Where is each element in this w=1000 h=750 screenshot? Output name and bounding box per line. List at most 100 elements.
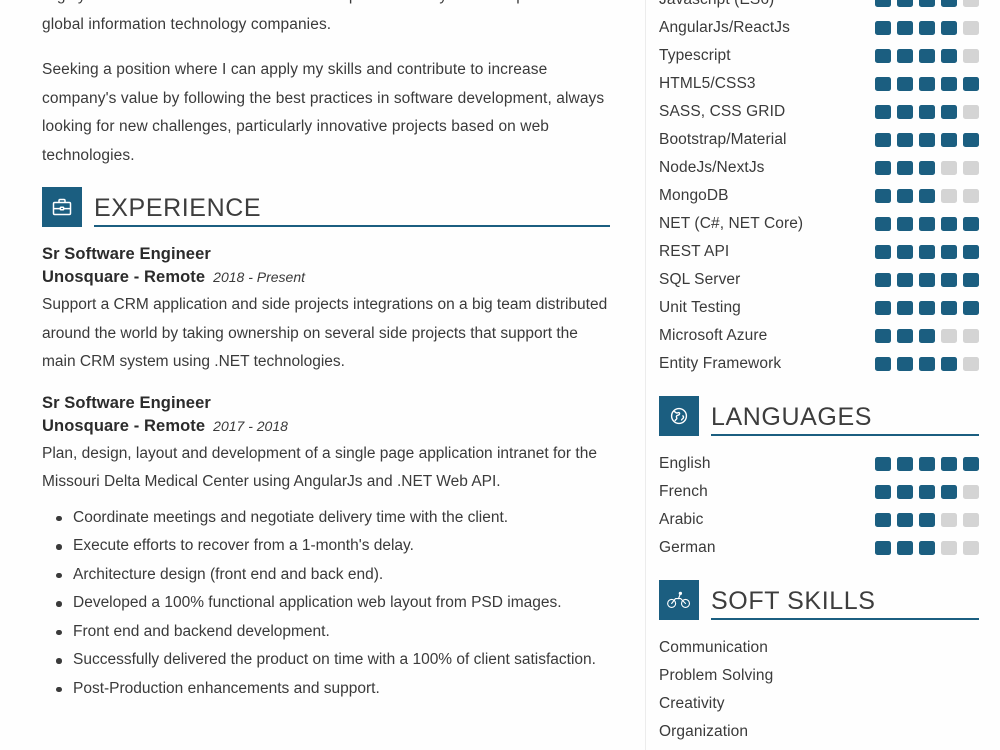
rating-dots — [875, 161, 979, 175]
rating-dot — [963, 0, 979, 7]
rating-dot — [941, 301, 957, 315]
rating-dot — [875, 189, 891, 203]
experience-section-rule — [94, 224, 610, 227]
rating-dot — [919, 77, 935, 91]
skill-label: NET (C#, NET Core) — [659, 215, 804, 232]
rating-dot — [963, 457, 979, 471]
rating-dots — [875, 0, 979, 7]
rating-dot — [963, 49, 979, 63]
soft-skills-section-title: SOFT SKILLS — [711, 586, 876, 615]
language-label: Arabic — [659, 511, 704, 528]
skill-label: MongoDB — [659, 187, 729, 204]
soft-skills-section-header: SOFT SKILLS — [659, 580, 979, 620]
rating-dot — [897, 245, 913, 259]
rating-dot — [875, 105, 891, 119]
rating-dot — [963, 357, 979, 371]
rating-dot — [875, 485, 891, 499]
rating-dot — [875, 217, 891, 231]
rating-dot — [875, 301, 891, 315]
rating-dot — [875, 329, 891, 343]
rating-row: French — [659, 478, 979, 506]
rating-dot — [897, 329, 913, 343]
rating-dot — [963, 21, 979, 35]
experience-entry: Sr Software Engineer Unosquare - Remote 20… — [42, 243, 610, 377]
rating-row: REST API — [659, 238, 979, 266]
rating-row: Entity Framework — [659, 350, 979, 378]
skill-label: HTML5/CSS3 — [659, 75, 756, 92]
rating-dot — [941, 329, 957, 343]
rating-dots — [875, 357, 979, 371]
rating-dot — [875, 273, 891, 287]
rating-row: NodeJs/NextJs — [659, 154, 979, 182]
profile-summary: Highly skilled and motivated fullstack d… — [42, 0, 610, 170]
rating-dot — [941, 273, 957, 287]
job-dates: 2017 - 2018 — [213, 417, 288, 434]
skill-label: Unit Testing — [659, 299, 741, 316]
rating-dot — [941, 245, 957, 259]
rating-dot — [941, 161, 957, 175]
rating-dots — [875, 189, 979, 203]
rating-dot — [897, 541, 913, 555]
soft-skill-item: Teamwork — [659, 746, 979, 750]
rating-dot — [897, 301, 913, 315]
rating-dot — [875, 357, 891, 371]
rating-row: Microsoft Azure — [659, 322, 979, 350]
experience-job-list: Sr Software Engineer Unosquare - Remote 20… — [42, 243, 610, 703]
rating-dots — [875, 541, 979, 555]
left-column: Highly skilled and motivated fullstack d… — [42, 0, 610, 718]
job-company: Unosquare - Remote — [42, 416, 206, 435]
rating-row: Typescript — [659, 42, 979, 70]
skill-label: SASS, CSS GRID — [659, 103, 786, 120]
skill-label: Javascript (ES6) — [659, 0, 865, 9]
rating-dots — [875, 133, 979, 147]
rating-dot — [919, 0, 935, 7]
rating-dot — [897, 357, 913, 371]
rating-dot — [941, 133, 957, 147]
skills-rating-list: Javascript (ES6) AngularJs/ReactJs Typescr… — [659, 0, 979, 378]
rating-dot — [963, 245, 979, 259]
rating-dot — [897, 485, 913, 499]
job-company: Unosquare - Remote — [42, 268, 206, 286]
rating-dot — [941, 217, 957, 231]
rating-dot — [897, 161, 913, 175]
rating-dot — [941, 21, 957, 35]
rating-dot — [875, 513, 891, 527]
rating-dots — [875, 457, 979, 471]
soft-skills-section-rule — [711, 617, 979, 620]
rating-dot — [897, 77, 913, 91]
rating-dot — [941, 485, 957, 499]
globe-icon — [659, 396, 699, 436]
rating-dot — [963, 329, 979, 343]
rating-dot — [919, 513, 935, 527]
job-bullet: Post-Production enhancements and support… — [42, 675, 610, 704]
rating-dot — [919, 541, 935, 555]
briefcase-icon — [42, 187, 82, 227]
rating-dot — [897, 513, 913, 527]
rating-row: HTML5/CSS3 — [659, 70, 979, 98]
rating-dot — [875, 457, 891, 471]
rating-row: NET (C#, NET Core) — [659, 210, 979, 238]
job-bullet: Developed a 100% functional application … — [42, 589, 610, 618]
rating-dot — [919, 217, 935, 231]
rating-row: German — [659, 534, 979, 562]
rating-dot — [919, 245, 935, 259]
skill-label: NodeJs/NextJs — [659, 159, 765, 176]
skill-label: REST API — [659, 243, 730, 260]
language-label: English — [659, 455, 711, 472]
rating-dot — [897, 49, 913, 63]
rating-dot — [941, 49, 957, 63]
rating-dots — [875, 485, 979, 499]
rating-dots — [875, 77, 979, 91]
rating-dots — [875, 513, 979, 527]
right-column: Javascript (ES6) AngularJs/ReactJs Typescr… — [659, 0, 979, 750]
rating-dot — [963, 301, 979, 315]
job-bullet: Front end and backend development. — [42, 618, 610, 647]
rating-dot — [919, 133, 935, 147]
job-description: Support a CRM application and side proje… — [42, 296, 608, 370]
rating-dot — [875, 0, 891, 7]
rating-dot — [875, 133, 891, 147]
experience-entry: Sr Software Engineer Unosquare - Remote 20… — [42, 392, 610, 704]
rating-dot — [963, 217, 979, 231]
rating-dots — [875, 329, 979, 343]
rating-dot — [919, 49, 935, 63]
